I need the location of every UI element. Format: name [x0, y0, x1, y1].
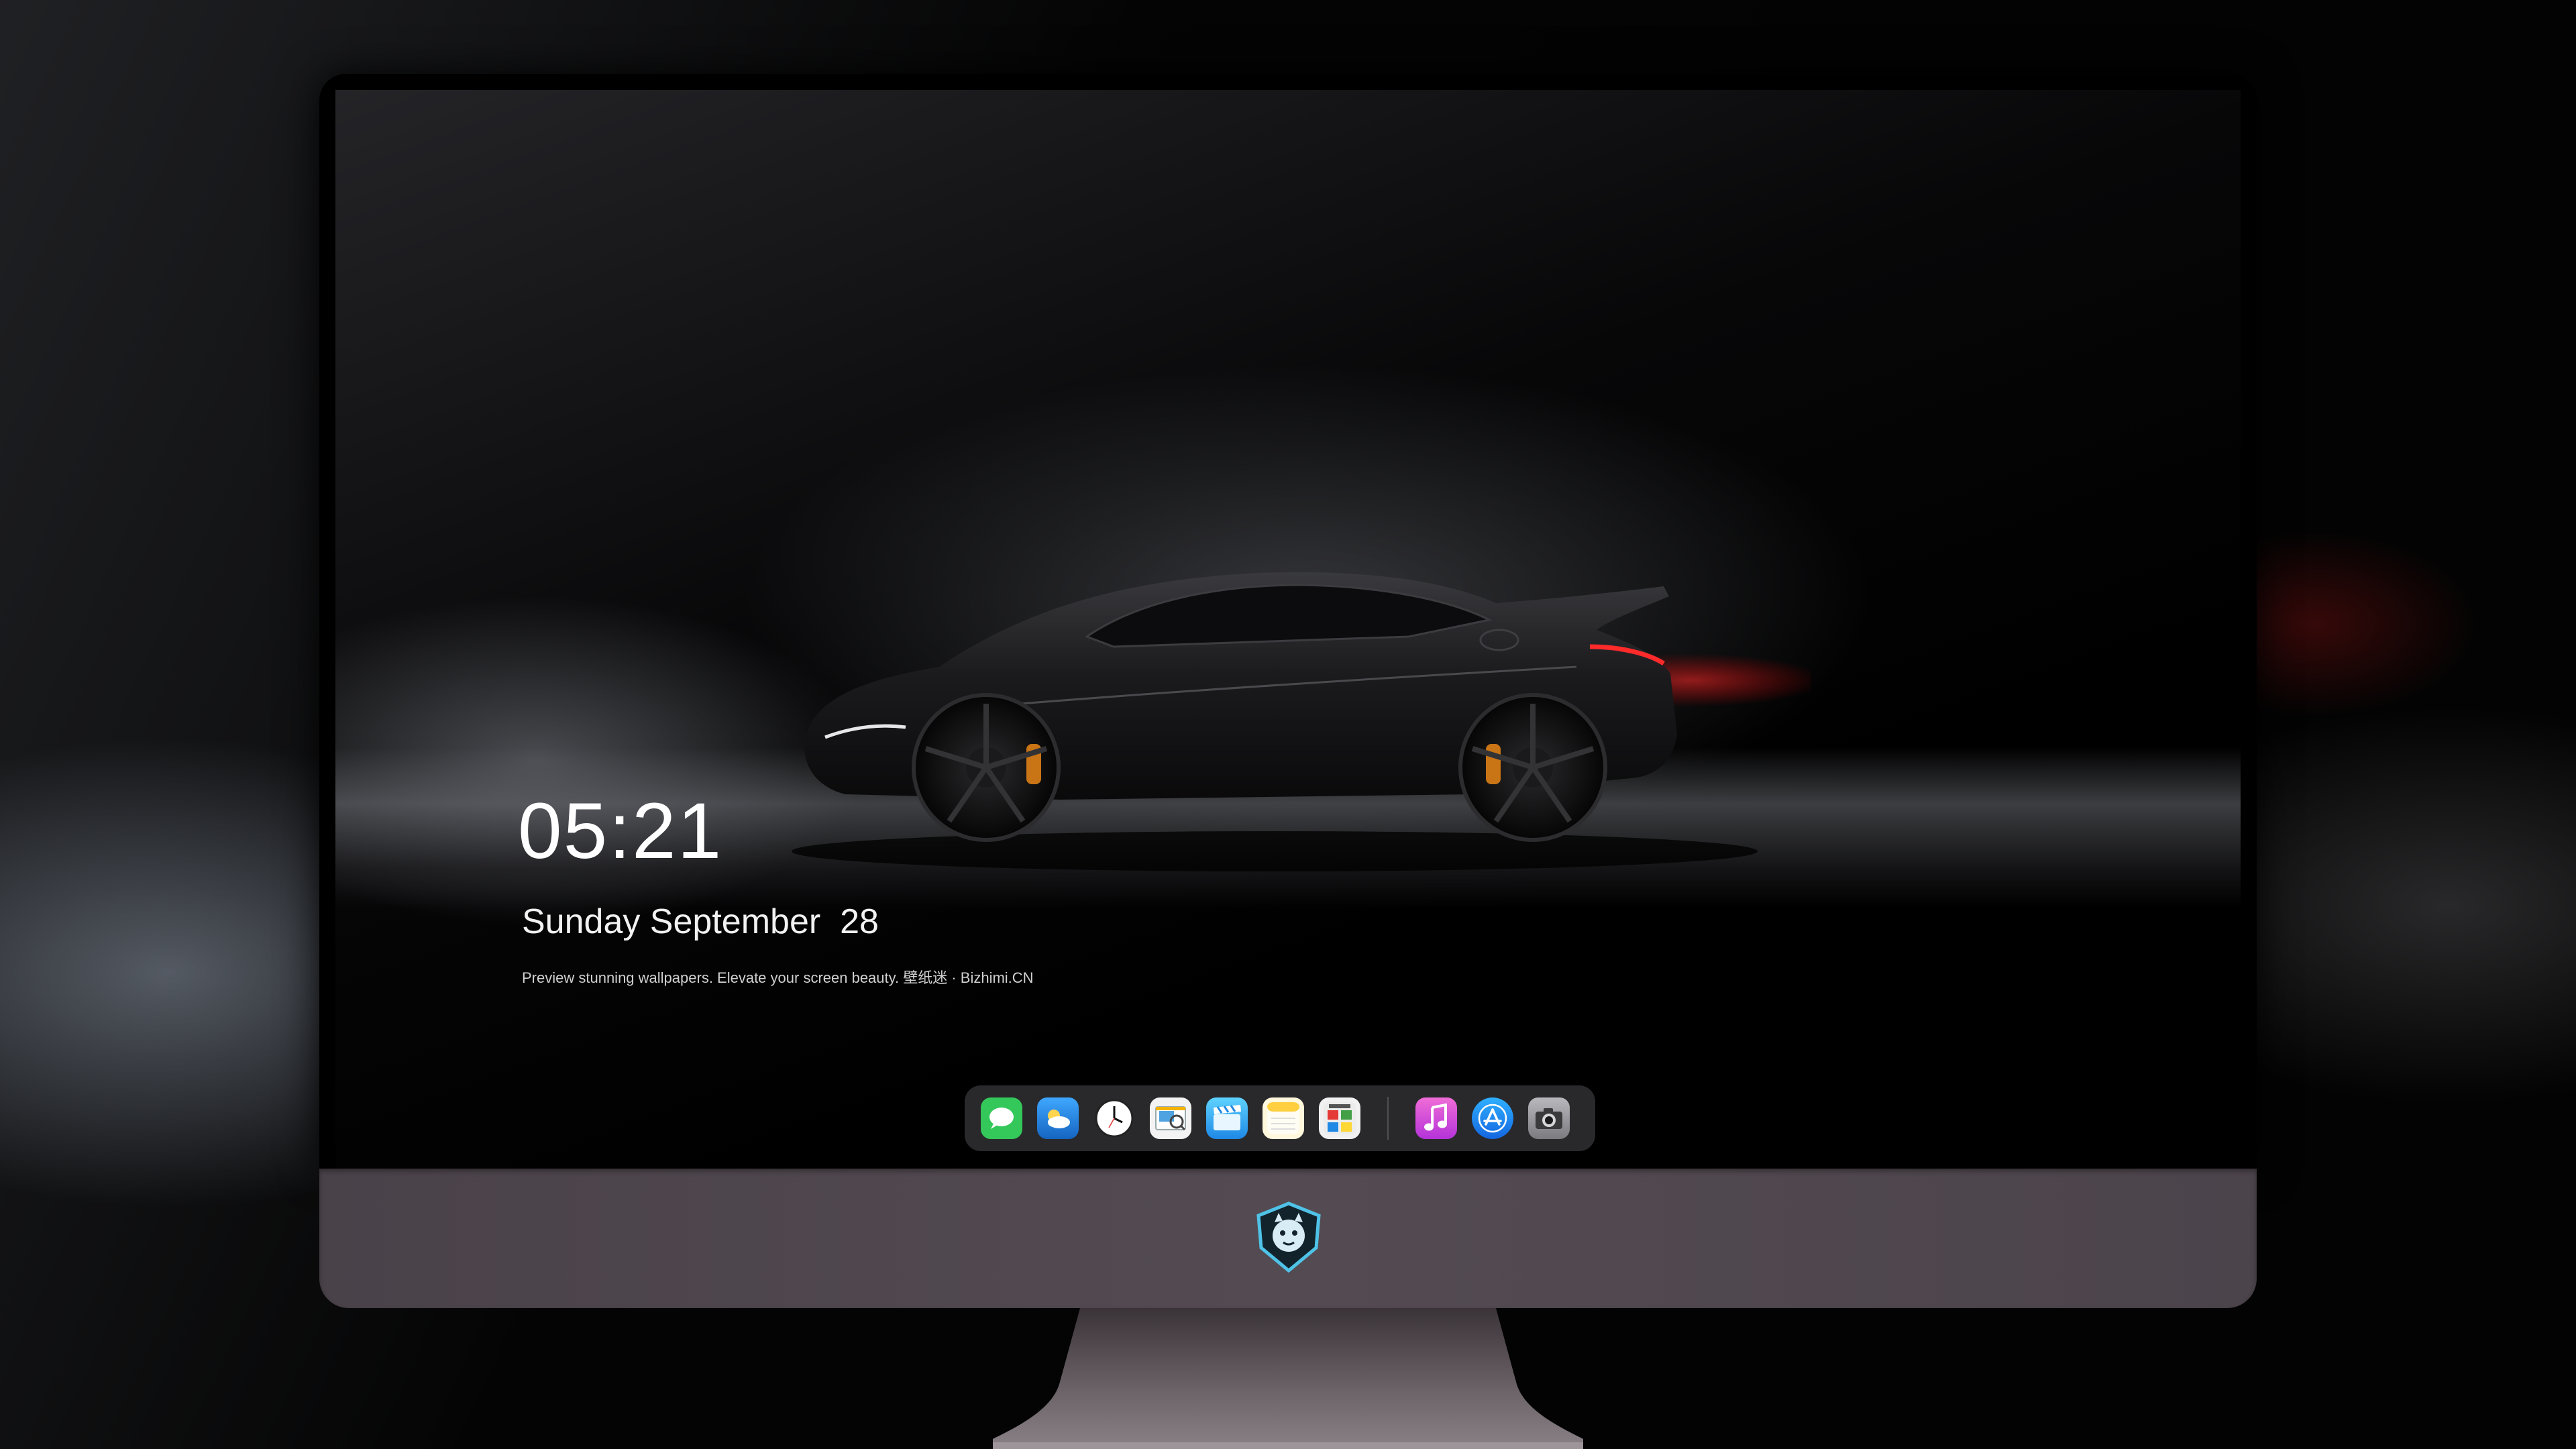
clips-icon[interactable]: [1206, 1097, 1248, 1139]
dock: [965, 1085, 1595, 1151]
preview-icon[interactable]: [1150, 1097, 1191, 1139]
music-icon[interactable]: [1415, 1097, 1457, 1139]
clock-date: Sunday September 28: [522, 902, 879, 941]
notes-icon[interactable]: [1263, 1097, 1304, 1139]
monitor-screen: 05:21 Sunday September 28 Preview stunni…: [319, 74, 2257, 1169]
desktop-stage: 05:21 Sunday September 28 Preview stunni…: [0, 0, 2576, 1449]
photo-booth-icon[interactable]: [1319, 1097, 1360, 1139]
wallpaper: [335, 90, 2241, 1169]
dock-separator: [1387, 1097, 1389, 1140]
app-store-icon[interactable]: [1472, 1097, 1513, 1139]
monitor-stand: [993, 1308, 1583, 1449]
wallpaper-tagline: Preview stunning wallpapers. Elevate you…: [522, 969, 1034, 986]
clock-time: 05:21: [518, 787, 723, 875]
lock-screen-info: 05:21 Sunday September 28 Preview stunni…: [518, 792, 1034, 987]
camera-icon[interactable]: [1528, 1097, 1570, 1139]
weather-icon[interactable]: [1037, 1097, 1079, 1139]
messages-icon[interactable]: [981, 1097, 1022, 1139]
brand-logo-icon: [1256, 1201, 1321, 1273]
clock-icon[interactable]: [1093, 1097, 1135, 1139]
rear-wheel: [1458, 693, 1607, 842]
